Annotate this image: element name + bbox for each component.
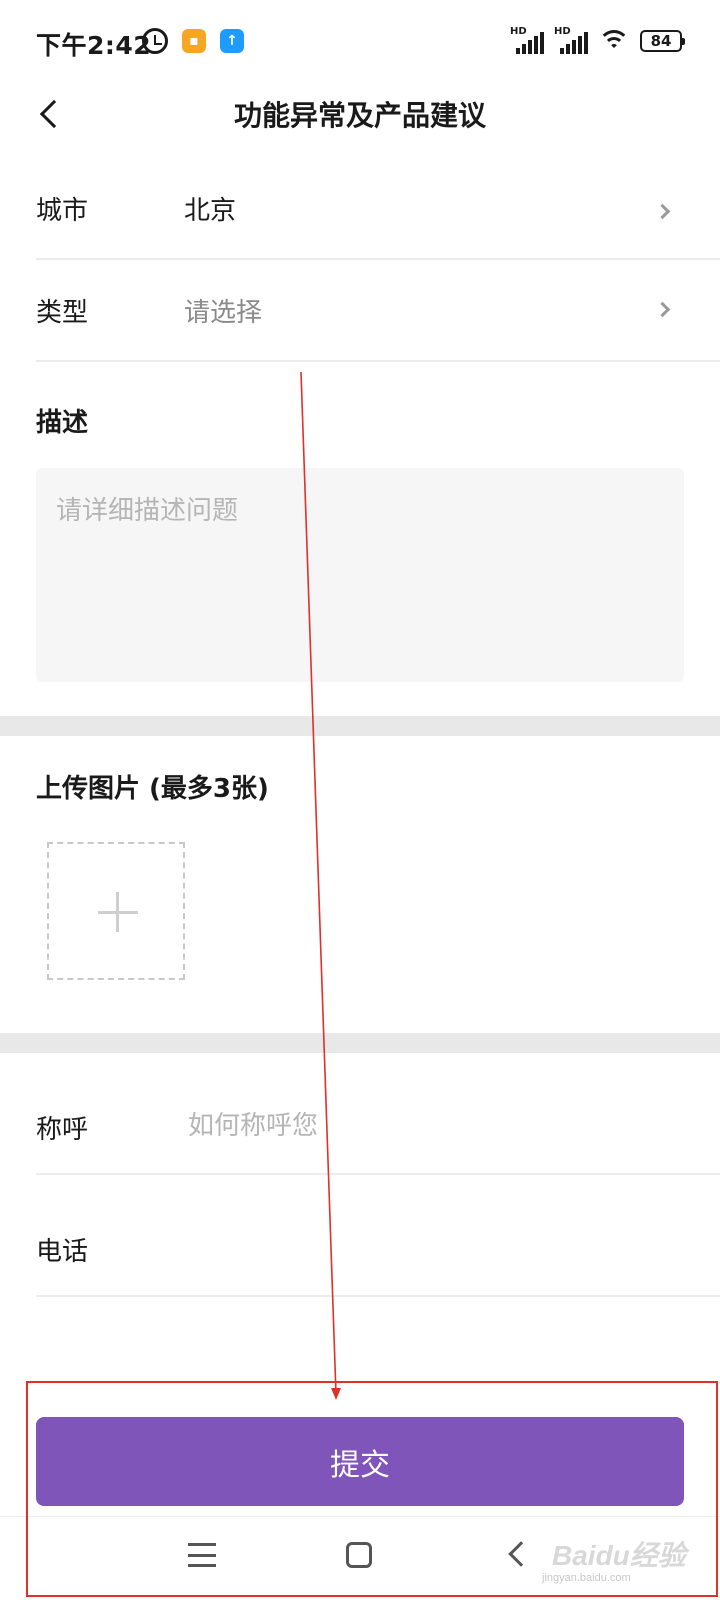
chevron-right-icon (654, 301, 671, 318)
upload-image-button[interactable] (47, 842, 185, 980)
home-icon[interactable] (346, 1542, 372, 1568)
type-value: 请选择 (184, 298, 263, 328)
signal-1-icon: HD (510, 26, 544, 54)
status-bar: 下午2:42 ▪ ↑ HD HD 84 (0, 0, 720, 86)
type-label: 类型 (36, 298, 89, 328)
status-icons-right: HD HD 84 (510, 26, 685, 54)
type-row[interactable]: 类型 请选择 (36, 260, 720, 362)
section-divider (0, 716, 720, 736)
notes-app-icon: ▪ (182, 29, 206, 53)
city-label: 城市 (36, 196, 89, 226)
upload-label: 上传图片 (最多3张) (36, 774, 269, 804)
section-divider (0, 1033, 720, 1053)
phone-input[interactable] (188, 1222, 668, 1272)
status-time: 下午2:42 (36, 31, 152, 60)
page-title: 功能异常及产品建议 (233, 99, 486, 132)
name-input[interactable] (188, 1101, 668, 1151)
menu-icon[interactable] (188, 1543, 216, 1567)
name-label: 称呼 (36, 1115, 89, 1145)
alarm-clock-icon (142, 28, 168, 54)
signal-2-icon: HD (554, 26, 588, 54)
header: 功能异常及产品建议 (0, 86, 720, 166)
chevron-right-icon (654, 203, 671, 220)
city-value: 北京 (184, 196, 237, 226)
status-icons-left: ▪ ↑ (142, 28, 244, 54)
wifi-icon (598, 28, 630, 54)
upload-app-icon: ↑ (220, 29, 244, 53)
submit-button[interactable]: 提交 (36, 1417, 684, 1506)
watermark-logo: Baidu经验 jingyan.baidu.com (542, 1540, 686, 1584)
battery-icon: 84 (640, 30, 685, 52)
description-textarea[interactable] (36, 468, 684, 682)
description-label: 描述 (36, 408, 89, 438)
city-row[interactable]: 城市 北京 (36, 166, 720, 260)
phone-label: 电话 (36, 1237, 89, 1267)
back-icon[interactable] (508, 1541, 534, 1567)
